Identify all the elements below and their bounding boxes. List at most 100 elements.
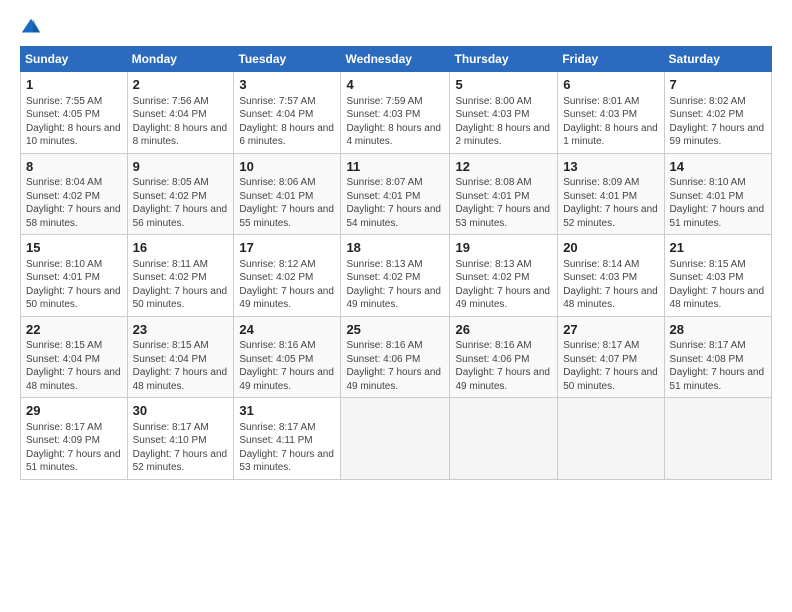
calendar-day-cell: 14Sunrise: 8:10 AMSunset: 4:01 PMDayligh… <box>664 153 771 235</box>
day-info: Sunrise: 8:12 AMSunset: 4:02 PMDaylight:… <box>239 259 334 311</box>
day-number: 23 <box>133 321 229 339</box>
day-number: 26 <box>455 321 552 339</box>
day-number: 10 <box>239 158 335 176</box>
calendar-day-cell: 8Sunrise: 8:04 AMSunset: 4:02 PMDaylight… <box>21 153 128 235</box>
day-number: 7 <box>670 76 766 94</box>
day-number: 21 <box>670 239 766 257</box>
calendar-day-cell: 10Sunrise: 8:06 AMSunset: 4:01 PMDayligh… <box>234 153 341 235</box>
day-info: Sunrise: 8:17 AMSunset: 4:08 PMDaylight:… <box>670 340 765 392</box>
day-info: Sunrise: 8:05 AMSunset: 4:02 PMDaylight:… <box>133 177 228 229</box>
day-info: Sunrise: 8:06 AMSunset: 4:01 PMDaylight:… <box>239 177 334 229</box>
day-info: Sunrise: 8:15 AMSunset: 4:04 PMDaylight:… <box>26 340 121 392</box>
weekday-header: Saturday <box>664 47 771 72</box>
calendar-day-cell <box>558 398 664 480</box>
day-info: Sunrise: 8:14 AMSunset: 4:03 PMDaylight:… <box>563 259 658 311</box>
day-number: 14 <box>670 158 766 176</box>
day-number: 20 <box>563 239 658 257</box>
logo <box>20 16 46 38</box>
header <box>20 16 772 38</box>
day-info: Sunrise: 8:10 AMSunset: 4:01 PMDaylight:… <box>26 259 121 311</box>
calendar-day-cell: 19 Sunrise: 8:13 AMSunset: 4:02 PMDayligh… <box>450 235 558 317</box>
weekday-header: Thursday <box>450 47 558 72</box>
calendar-day-cell: 31 Sunrise: 8:17 AMSunset: 4:11 PMDayligh… <box>234 398 341 480</box>
day-info: Sunrise: 8:13 AMSunset: 4:02 PMDaylight:… <box>346 259 441 311</box>
day-number: 1 <box>26 76 122 94</box>
calendar-day-cell: 18Sunrise: 8:13 AMSunset: 4:02 PMDayligh… <box>341 235 450 317</box>
day-info: Sunrise: 8:11 AMSunset: 4:02 PMDaylight:… <box>133 259 228 311</box>
day-info: Sunrise: 8:17 AMSunset: 4:09 PMDaylight:… <box>26 422 121 474</box>
day-info: Sunrise: 8:16 AMSunset: 4:06 PMDaylight:… <box>455 340 550 392</box>
calendar-day-cell: 3 Sunrise: 7:57 AMSunset: 4:04 PMDaylight… <box>234 72 341 154</box>
calendar-day-cell: 23Sunrise: 8:15 AMSunset: 4:04 PMDayligh… <box>127 316 234 398</box>
calendar-week-row: 1 Sunrise: 7:55 AMSunset: 4:05 PMDaylight… <box>21 72 772 154</box>
day-info: Sunrise: 8:17 AMSunset: 4:10 PMDaylight:… <box>133 422 228 474</box>
day-number: 31 <box>239 402 335 420</box>
day-number: 15 <box>26 239 122 257</box>
calendar-week-row: 8Sunrise: 8:04 AMSunset: 4:02 PMDaylight… <box>21 153 772 235</box>
day-info: Sunrise: 8:15 AMSunset: 4:03 PMDaylight:… <box>670 259 765 311</box>
calendar-day-cell: 20 Sunrise: 8:14 AMSunset: 4:03 PMDayligh… <box>558 235 664 317</box>
day-info: Sunrise: 8:16 AMSunset: 4:06 PMDaylight:… <box>346 340 441 392</box>
day-number: 6 <box>563 76 658 94</box>
day-info: Sunrise: 8:10 AMSunset: 4:01 PMDaylight:… <box>670 177 765 229</box>
calendar-day-cell: 16 Sunrise: 8:11 AMSunset: 4:02 PMDayligh… <box>127 235 234 317</box>
calendar-day-cell <box>450 398 558 480</box>
day-info: Sunrise: 8:17 AMSunset: 4:11 PMDaylight:… <box>239 422 334 474</box>
calendar-day-cell: 30 Sunrise: 8:17 AMSunset: 4:10 PMDayligh… <box>127 398 234 480</box>
calendar-day-cell: 6 Sunrise: 8:01 AMSunset: 4:03 PMDaylight… <box>558 72 664 154</box>
day-number: 16 <box>133 239 229 257</box>
calendar-day-cell: 21 Sunrise: 8:15 AMSunset: 4:03 PMDayligh… <box>664 235 771 317</box>
day-info: Sunrise: 8:01 AMSunset: 4:03 PMDaylight:… <box>563 96 658 148</box>
weekday-header: Wednesday <box>341 47 450 72</box>
calendar-day-cell: 2Sunrise: 7:56 AMSunset: 4:04 PMDaylight… <box>127 72 234 154</box>
day-number: 5 <box>455 76 552 94</box>
calendar-day-cell: 13Sunrise: 8:09 AMSunset: 4:01 PMDayligh… <box>558 153 664 235</box>
day-info: Sunrise: 7:56 AMSunset: 4:04 PMDaylight:… <box>133 96 228 148</box>
calendar-day-cell: 1 Sunrise: 7:55 AMSunset: 4:05 PMDaylight… <box>21 72 128 154</box>
day-number: 9 <box>133 158 229 176</box>
weekday-header: Monday <box>127 47 234 72</box>
calendar-day-cell: 28Sunrise: 8:17 AMSunset: 4:08 PMDayligh… <box>664 316 771 398</box>
day-number: 30 <box>133 402 229 420</box>
calendar-day-cell: 17 Sunrise: 8:12 AMSunset: 4:02 PMDayligh… <box>234 235 341 317</box>
day-number: 28 <box>670 321 766 339</box>
day-info: Sunrise: 7:57 AMSunset: 4:04 PMDaylight:… <box>239 96 334 148</box>
day-number: 24 <box>239 321 335 339</box>
calendar-day-cell: 24Sunrise: 8:16 AMSunset: 4:05 PMDayligh… <box>234 316 341 398</box>
day-number: 13 <box>563 158 658 176</box>
day-info: Sunrise: 7:59 AMSunset: 4:03 PMDaylight:… <box>346 96 441 148</box>
calendar-day-cell: 22Sunrise: 8:15 AMSunset: 4:04 PMDayligh… <box>21 316 128 398</box>
calendar-header-row: SundayMondayTuesdayWednesdayThursdayFrid… <box>21 47 772 72</box>
calendar-day-cell: 4Sunrise: 7:59 AMSunset: 4:03 PMDaylight… <box>341 72 450 154</box>
day-info: Sunrise: 8:16 AMSunset: 4:05 PMDaylight:… <box>239 340 334 392</box>
day-number: 17 <box>239 239 335 257</box>
calendar-day-cell <box>664 398 771 480</box>
day-info: Sunrise: 7:55 AMSunset: 4:05 PMDaylight:… <box>26 96 121 148</box>
day-info: Sunrise: 8:00 AMSunset: 4:03 PMDaylight:… <box>455 96 550 148</box>
day-number: 29 <box>26 402 122 420</box>
day-info: Sunrise: 8:07 AMSunset: 4:01 PMDaylight:… <box>346 177 441 229</box>
weekday-header: Tuesday <box>234 47 341 72</box>
calendar-week-row: 22Sunrise: 8:15 AMSunset: 4:04 PMDayligh… <box>21 316 772 398</box>
day-info: Sunrise: 8:02 AMSunset: 4:02 PMDaylight:… <box>670 96 765 148</box>
logo-icon <box>20 16 42 38</box>
day-number: 8 <box>26 158 122 176</box>
calendar-day-cell <box>341 398 450 480</box>
day-number: 11 <box>346 158 444 176</box>
calendar-day-cell: 26Sunrise: 8:16 AMSunset: 4:06 PMDayligh… <box>450 316 558 398</box>
day-info: Sunrise: 8:08 AMSunset: 4:01 PMDaylight:… <box>455 177 550 229</box>
calendar-day-cell: 12Sunrise: 8:08 AMSunset: 4:01 PMDayligh… <box>450 153 558 235</box>
day-info: Sunrise: 8:04 AMSunset: 4:02 PMDaylight:… <box>26 177 121 229</box>
day-number: 19 <box>455 239 552 257</box>
day-info: Sunrise: 8:13 AMSunset: 4:02 PMDaylight:… <box>455 259 550 311</box>
calendar-day-cell: 11Sunrise: 8:07 AMSunset: 4:01 PMDayligh… <box>341 153 450 235</box>
weekday-header: Friday <box>558 47 664 72</box>
weekday-header: Sunday <box>21 47 128 72</box>
calendar-day-cell: 5 Sunrise: 8:00 AMSunset: 4:03 PMDaylight… <box>450 72 558 154</box>
day-number: 3 <box>239 76 335 94</box>
calendar-day-cell: 29 Sunrise: 8:17 AMSunset: 4:09 PMDayligh… <box>21 398 128 480</box>
calendar-day-cell: 9Sunrise: 8:05 AMSunset: 4:02 PMDaylight… <box>127 153 234 235</box>
day-number: 25 <box>346 321 444 339</box>
calendar-day-cell: 25Sunrise: 8:16 AMSunset: 4:06 PMDayligh… <box>341 316 450 398</box>
calendar-table: SundayMondayTuesdayWednesdayThursdayFrid… <box>20 46 772 480</box>
